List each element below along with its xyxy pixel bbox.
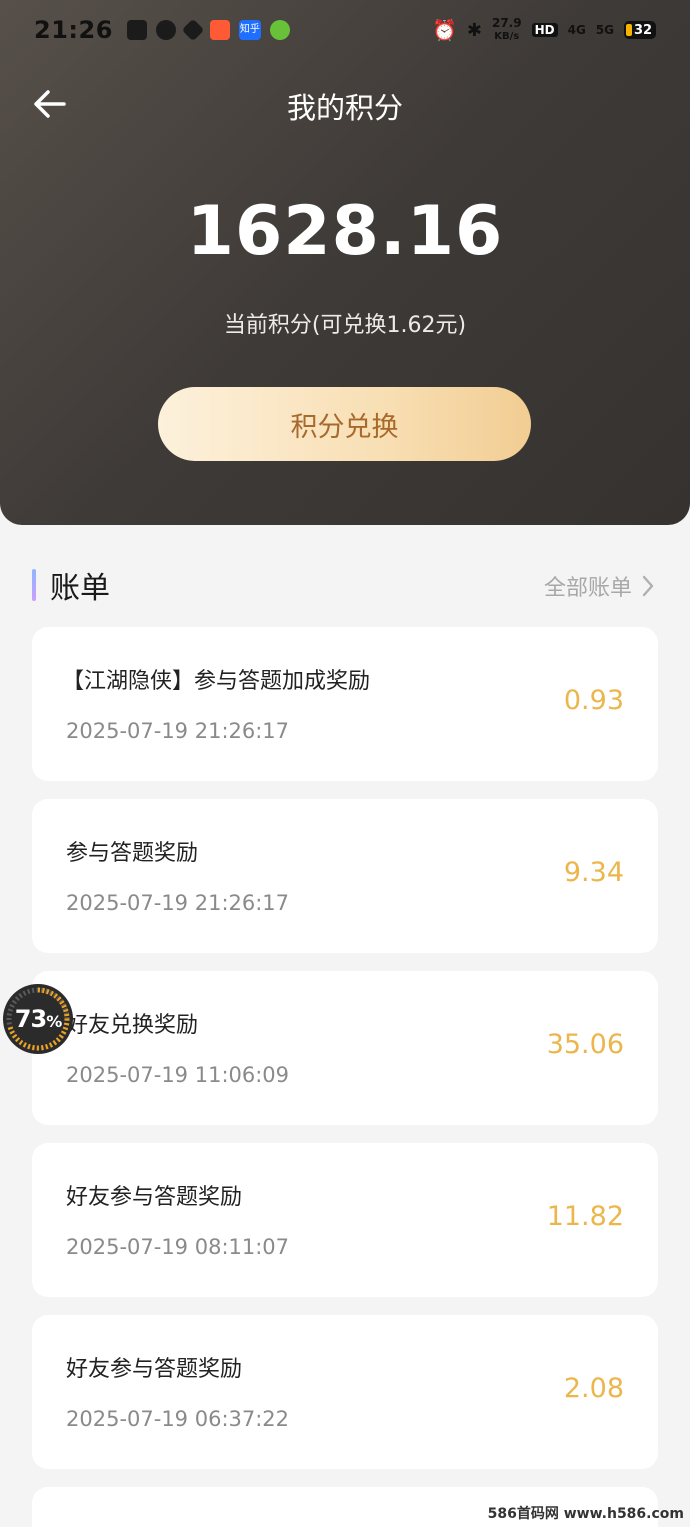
- bill-time: 2025-07-19 11:06:09: [66, 1063, 290, 1087]
- progress-unit: %: [46, 1012, 62, 1031]
- bill-time: 2025-07-19 21:26:17: [66, 719, 290, 743]
- battery-icon: 32: [624, 21, 656, 39]
- points-page: 21:26 知乎 ⏰ ✱ 27.9 KB/s HD 4G 5G 32 我的积分 …: [0, 0, 690, 1527]
- bill-list: 【江湖隐侠】参与答题加成奖励 2025-07-19 21:26:17 0.93 …: [32, 627, 658, 1527]
- app-red-icon: [209, 20, 230, 40]
- bill-item[interactable]: 好友兑换奖励 2025-07-19 11:06:09 35.06: [32, 971, 658, 1125]
- speed-unit: KB/s: [494, 31, 520, 42]
- points-caption: 当前积分(可兑换1.62元): [223, 313, 467, 338]
- bill-item[interactable]: 【江湖隐侠】参与答题加成奖励 2025-07-19 21:26:17 0.93: [32, 627, 658, 781]
- zhihu-icon: 知乎: [238, 20, 261, 40]
- page-title: 我的积分: [286, 91, 403, 125]
- hd-icon: HD: [531, 23, 558, 37]
- bill-amount: 0.93: [563, 685, 624, 716]
- watermark-text: 586首码网 www.h586.com: [487, 1506, 684, 1522]
- chevron-right-icon: [642, 575, 654, 597]
- status-bar: 21:26 知乎 ⏰ ✱ 27.9 KB/s HD 4G 5G 32: [0, 0, 690, 60]
- bill-time: 2025-07-19 08:11:07: [66, 1235, 290, 1259]
- network-speed: 27.9 KB/s: [492, 17, 522, 43]
- exchange-points-button[interactable]: 积分兑换: [158, 387, 531, 461]
- bill-name: 好友参与答题奖励: [66, 1185, 243, 1210]
- signal-5g-icon: 5G: [595, 23, 614, 37]
- bill-name: 好友参与答题奖励: [66, 1357, 243, 1382]
- bills-section-header: 账单 全部账单: [32, 560, 658, 610]
- bill-name: 参与答题奖励: [66, 841, 199, 866]
- bill-item[interactable]: 参与答题奖励 2025-07-19 21:26:17 9.34: [32, 799, 658, 953]
- all-bills-label: 全部账单: [543, 576, 632, 601]
- progress-percent: 73%: [14, 1005, 62, 1033]
- speed-value: 27.9: [491, 16, 522, 30]
- bill-time: 2025-07-19 21:26:17: [66, 891, 290, 915]
- bill-time: 2025-07-19 06:37:22: [66, 1407, 290, 1431]
- bill-amount: 11.82: [546, 1201, 624, 1232]
- points-header: 21:26 知乎 ⏰ ✱ 27.9 KB/s HD 4G 5G 32 我的积分 …: [0, 0, 690, 525]
- progress-value: 73: [14, 1005, 47, 1033]
- signal-4g-icon: 4G: [567, 23, 586, 37]
- bill-item[interactable]: 好友参与答题奖励 2025-07-19 08:11:07 11.82: [32, 1143, 658, 1297]
- status-app-icons: 知乎: [126, 18, 290, 42]
- section-accent-bar: [32, 569, 36, 601]
- floating-progress-widget[interactable]: 73%: [3, 984, 73, 1054]
- bill-item[interactable]: 好友参与答题奖励 2025-07-19 06:37:22 2.08: [32, 1315, 658, 1469]
- app-green-icon: [269, 20, 290, 40]
- battery-level: 32: [633, 22, 653, 38]
- bluetooth-icon: ✱: [466, 19, 482, 41]
- points-total: 1628.16: [186, 192, 504, 271]
- bill-amount: 2.08: [563, 1373, 624, 1404]
- vpn-icon: [181, 18, 205, 42]
- bill-name: 【江湖隐侠】参与答题加成奖励: [62, 669, 371, 694]
- bill-amount: 35.06: [546, 1029, 624, 1060]
- status-time: 21:26: [34, 16, 113, 44]
- status-right: ⏰ ✱ 27.9 KB/s HD 4G 5G 32: [432, 17, 656, 43]
- sync-icon: [155, 20, 176, 40]
- alarm-icon: ⏰: [431, 18, 457, 42]
- all-bills-link[interactable]: 全部账单: [544, 570, 654, 602]
- bill-name: 好友兑换奖励: [66, 1013, 199, 1038]
- tv-icon: [126, 20, 147, 40]
- bills-title: 账单: [50, 571, 110, 606]
- bill-amount: 9.34: [563, 857, 624, 888]
